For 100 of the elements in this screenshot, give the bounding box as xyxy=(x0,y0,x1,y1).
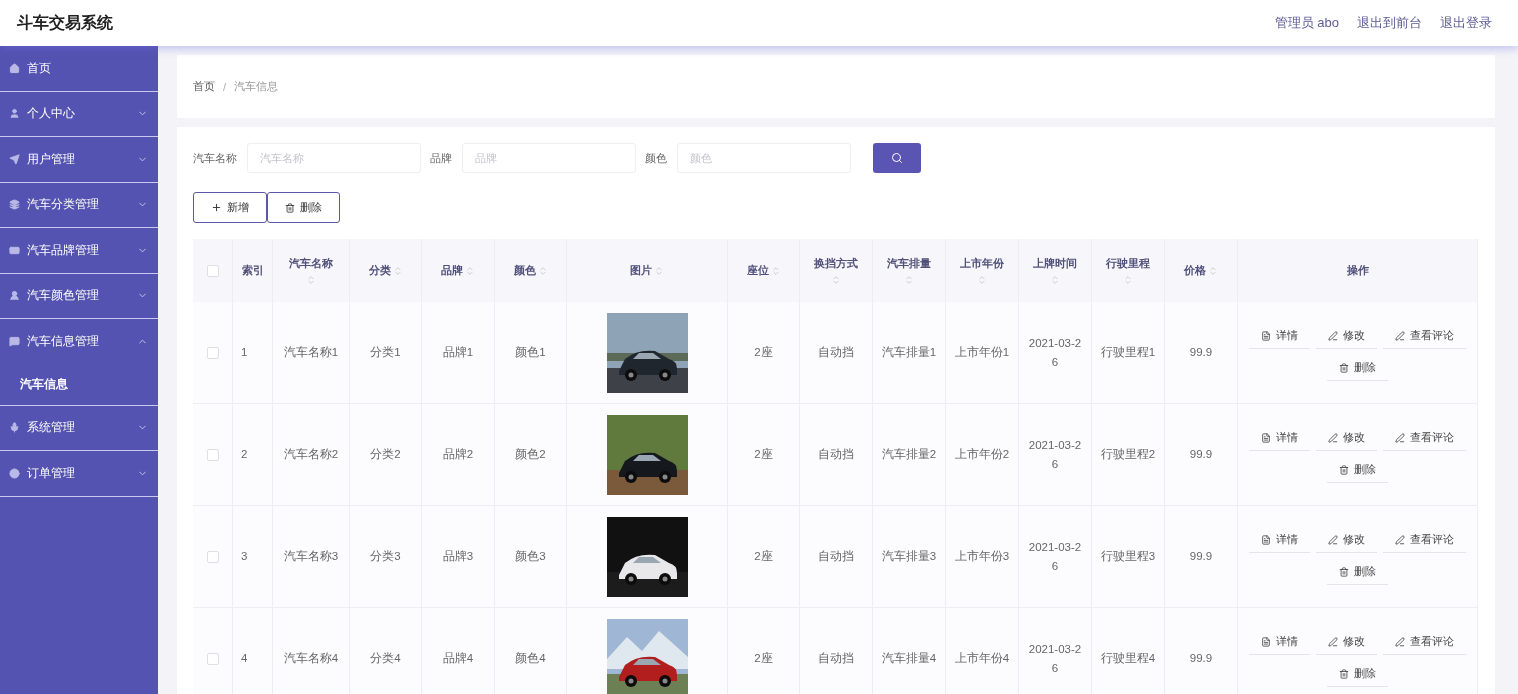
app-title: 斗车交易系统 xyxy=(17,12,113,33)
table-cell-text: 2座 xyxy=(754,345,773,360)
header-cell[interactable]: 价格 xyxy=(1165,239,1238,302)
pencil-icon xyxy=(1395,331,1405,341)
table-cell-text: 2021-03-26 xyxy=(1027,539,1083,574)
table-cell-text: 品牌2 xyxy=(442,447,474,462)
pencil-icon xyxy=(1328,637,1338,647)
search-button[interactable] xyxy=(873,143,921,173)
pencil-icon xyxy=(1395,433,1405,443)
comment-button[interactable]: 查看评论 xyxy=(1383,630,1466,655)
sidebar-item[interactable]: 汽车颜色管理 xyxy=(0,273,158,319)
table-cell-text: 上市年份3 xyxy=(954,549,1010,564)
checkbox[interactable] xyxy=(206,652,219,665)
checkbox[interactable] xyxy=(206,550,219,563)
sidebar-item[interactable]: 汽车品牌管理 xyxy=(0,228,158,274)
delete-button[interactable]: 删除 xyxy=(1327,458,1388,483)
delete-button[interactable]: 删除 xyxy=(1327,356,1388,381)
comment-button[interactable]: 查看评论 xyxy=(1383,324,1466,349)
table-cell-text: 汽车排量2 xyxy=(881,447,937,462)
detail-button[interactable]: 详情 xyxy=(1249,324,1310,349)
checkbox[interactable] xyxy=(206,346,219,359)
edit-button[interactable]: 修改 xyxy=(1316,528,1377,553)
checkbox[interactable] xyxy=(206,264,219,277)
sort-icon[interactable] xyxy=(1123,275,1133,285)
search-field[interactable]: 汽车名称 xyxy=(247,143,421,173)
delete-button[interactable]: 删除 xyxy=(1327,662,1388,687)
sidebar-item[interactable]: 汽车信息管理 xyxy=(0,319,158,365)
header-cell[interactable]: 汽车名称 xyxy=(273,239,350,302)
pencil-icon xyxy=(1395,535,1405,545)
header-cell[interactable]: 上牌时间 xyxy=(1019,239,1092,302)
edit-button[interactable]: 修改 xyxy=(1316,426,1377,451)
sidebar-item[interactable]: 用户管理 xyxy=(0,137,158,183)
header-link[interactable]: 退出到前台 xyxy=(1357,14,1422,32)
header-cell[interactable]: 换挡方式 xyxy=(800,239,873,302)
detail-button[interactable]: 详情 xyxy=(1249,528,1310,553)
sidebar-item[interactable]: 首页 xyxy=(0,46,158,92)
table-cell-text: 2座 xyxy=(754,447,773,462)
trash-icon xyxy=(1339,465,1349,475)
table-cell-text: 行驶里程1 xyxy=(1100,345,1156,360)
table-cell-text: 颜色4 xyxy=(515,651,546,666)
edit-button[interactable]: 修改 xyxy=(1316,324,1377,349)
header-cell[interactable]: 汽车排量 xyxy=(873,239,946,302)
sort-icon[interactable] xyxy=(831,275,841,285)
table-cell-text: 2021-03-26 xyxy=(1027,437,1083,472)
table-cell-text: 颜色3 xyxy=(515,549,546,564)
trash-icon xyxy=(1339,363,1349,373)
comment-button[interactable]: 查看评论 xyxy=(1383,426,1466,451)
table-cell-text: 品牌3 xyxy=(442,549,474,564)
sort-icon[interactable] xyxy=(537,265,548,276)
header-link[interactable]: 退出登录 xyxy=(1440,14,1492,32)
submenu-item[interactable]: 汽车信息 xyxy=(0,364,158,405)
edit-button[interactable]: 修改 xyxy=(1316,630,1377,655)
sort-icon[interactable] xyxy=(465,265,475,276)
delete-button[interactable]: 删除 xyxy=(1327,560,1388,585)
table-cell-text: 99.9 xyxy=(1189,447,1213,462)
sidebar-item[interactable]: 汽车分类管理 xyxy=(0,182,158,228)
sort-icon[interactable] xyxy=(654,265,664,276)
header-cell[interactable]: 行驶里程 xyxy=(1092,239,1165,302)
breadcrumb-item[interactable]: 首页 xyxy=(193,79,215,94)
table-cell-text: 2座 xyxy=(754,651,773,666)
sidebar-item[interactable]: 个人中心 xyxy=(0,91,158,137)
comment-button[interactable]: 查看评论 xyxy=(1383,528,1466,553)
header-cell[interactable]: 上市年份 xyxy=(946,239,1019,302)
table-cell-text: 汽车排量1 xyxy=(881,345,937,360)
sort-icon[interactable] xyxy=(904,275,914,285)
trash-icon xyxy=(1339,567,1349,577)
checkbox[interactable] xyxy=(206,448,219,461)
table-cell-text: 分类1 xyxy=(370,345,401,360)
table-cell-text: 2座 xyxy=(754,549,773,564)
delete-button[interactable]: 删除 xyxy=(267,192,340,223)
table-cell-text: 分类3 xyxy=(370,549,401,564)
pencil-icon xyxy=(1395,637,1405,647)
sort-icon[interactable] xyxy=(1208,265,1218,276)
table-cell-text: 自动挡 xyxy=(818,447,854,462)
header-cell[interactable]: 座位 xyxy=(728,239,800,302)
sidebar-item[interactable]: 系统管理 xyxy=(0,405,158,451)
trash-icon xyxy=(285,202,295,213)
sort-icon[interactable] xyxy=(977,275,987,285)
table-cell-text: 汽车名称2 xyxy=(283,447,339,462)
header-cell[interactable]: 分类 xyxy=(350,239,422,302)
sidebar-item[interactable]: 订单管理 xyxy=(0,451,158,497)
header-cell[interactable]: 品牌 xyxy=(422,239,495,302)
sort-icon[interactable] xyxy=(1050,275,1060,285)
table-cell-text: 颜色2 xyxy=(515,447,546,462)
table-cell-text: 汽车排量4 xyxy=(881,651,937,666)
table-cell-text: 自动挡 xyxy=(818,651,854,666)
header-cell: 操作 xyxy=(1238,239,1478,302)
plus-icon xyxy=(211,202,222,213)
table-cell-text: 上市年份2 xyxy=(954,447,1010,462)
table-cell-text: 分类2 xyxy=(370,447,401,462)
sort-icon[interactable] xyxy=(392,265,403,276)
header-link[interactable]: 管理员 abo xyxy=(1274,14,1339,32)
table-cell-text: 上市年份4 xyxy=(954,651,1010,666)
add-button[interactable]: 新增 xyxy=(193,192,267,223)
detail-button[interactable]: 详情 xyxy=(1249,426,1310,451)
detail-button[interactable]: 详情 xyxy=(1249,630,1310,655)
sort-icon[interactable] xyxy=(770,265,781,276)
header-cell[interactable]: 图片 xyxy=(567,239,728,302)
header-cell[interactable]: 颜色 xyxy=(495,239,567,302)
sort-icon[interactable] xyxy=(306,275,316,285)
